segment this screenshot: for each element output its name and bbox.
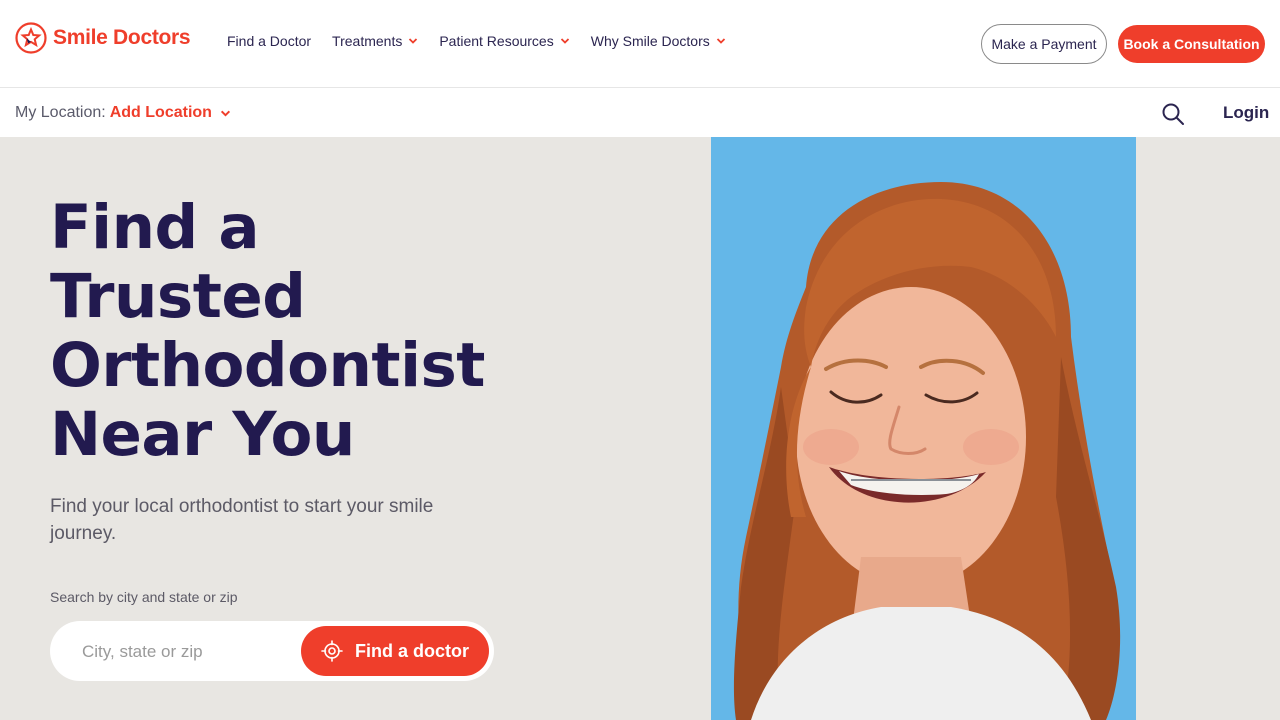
location-selector[interactable]: My Location: Add Location [15, 104, 231, 122]
nav-item-label: Find a Doctor [227, 33, 312, 49]
hero-title: Find a Trusted Orthodontist Near You [50, 193, 610, 469]
location-bar: My Location: Add Location Login [0, 88, 1280, 137]
hero-photo [711, 137, 1136, 720]
chevron-down-icon [220, 110, 230, 117]
location-search-input[interactable] [80, 639, 304, 665]
site-header: Smile Doctors Find a Doctor Treatments P… [0, 0, 1280, 88]
hero-subtitle: Find your local orthodontist to start yo… [50, 496, 434, 544]
nav-item-label: Why Smile Doctors [590, 33, 710, 49]
chevron-down-icon [560, 38, 569, 44]
search-icon[interactable] [1161, 102, 1185, 126]
book-a-consultation-button[interactable]: Book a Consultation [1118, 25, 1265, 63]
nav-why-smile-doctors[interactable]: Why Smile Doctors [591, 33, 726, 49]
nav-find-a-doctor[interactable]: Find a Doctor [227, 33, 311, 49]
search-label: Search by city and state or zip [50, 589, 238, 605]
nav-item-label: Patient Resources [439, 33, 554, 49]
target-icon [321, 640, 343, 662]
make-a-payment-button[interactable]: Make a Payment [981, 24, 1107, 64]
logo[interactable]: Smile Doctors [15, 22, 191, 54]
find-button-label: Find a doctor [355, 640, 469, 661]
hero-title-line: Orthodontist [50, 330, 485, 401]
nav-patient-resources[interactable]: Patient Resources [439, 33, 569, 49]
smile-doctors-logo-icon [15, 22, 47, 54]
chevron-down-icon [409, 38, 418, 44]
location-label: My Location: [15, 104, 106, 121]
hero-title-line: Near You [50, 399, 355, 470]
logo-text: Smile Doctors [53, 26, 191, 49]
login-link[interactable]: Login [1223, 103, 1269, 123]
hero-title-line: Find a [50, 192, 260, 263]
chevron-down-icon [716, 38, 725, 44]
hero-section: Find a Trusted Orthodontist Near You Fin… [0, 137, 1280, 720]
doctor-search-form: Find a doctor [50, 621, 494, 681]
add-location-link[interactable]: Add Location [110, 104, 212, 122]
nav-item-label: Treatments [332, 33, 403, 49]
main-nav: Find a Doctor Treatments Patient Resourc… [227, 33, 747, 49]
hero-title-line: Trusted [50, 261, 306, 332]
smiling-girl-image [711, 137, 1136, 720]
find-a-doctor-button[interactable]: Find a doctor [301, 626, 489, 676]
nav-treatments[interactable]: Treatments [332, 33, 418, 49]
